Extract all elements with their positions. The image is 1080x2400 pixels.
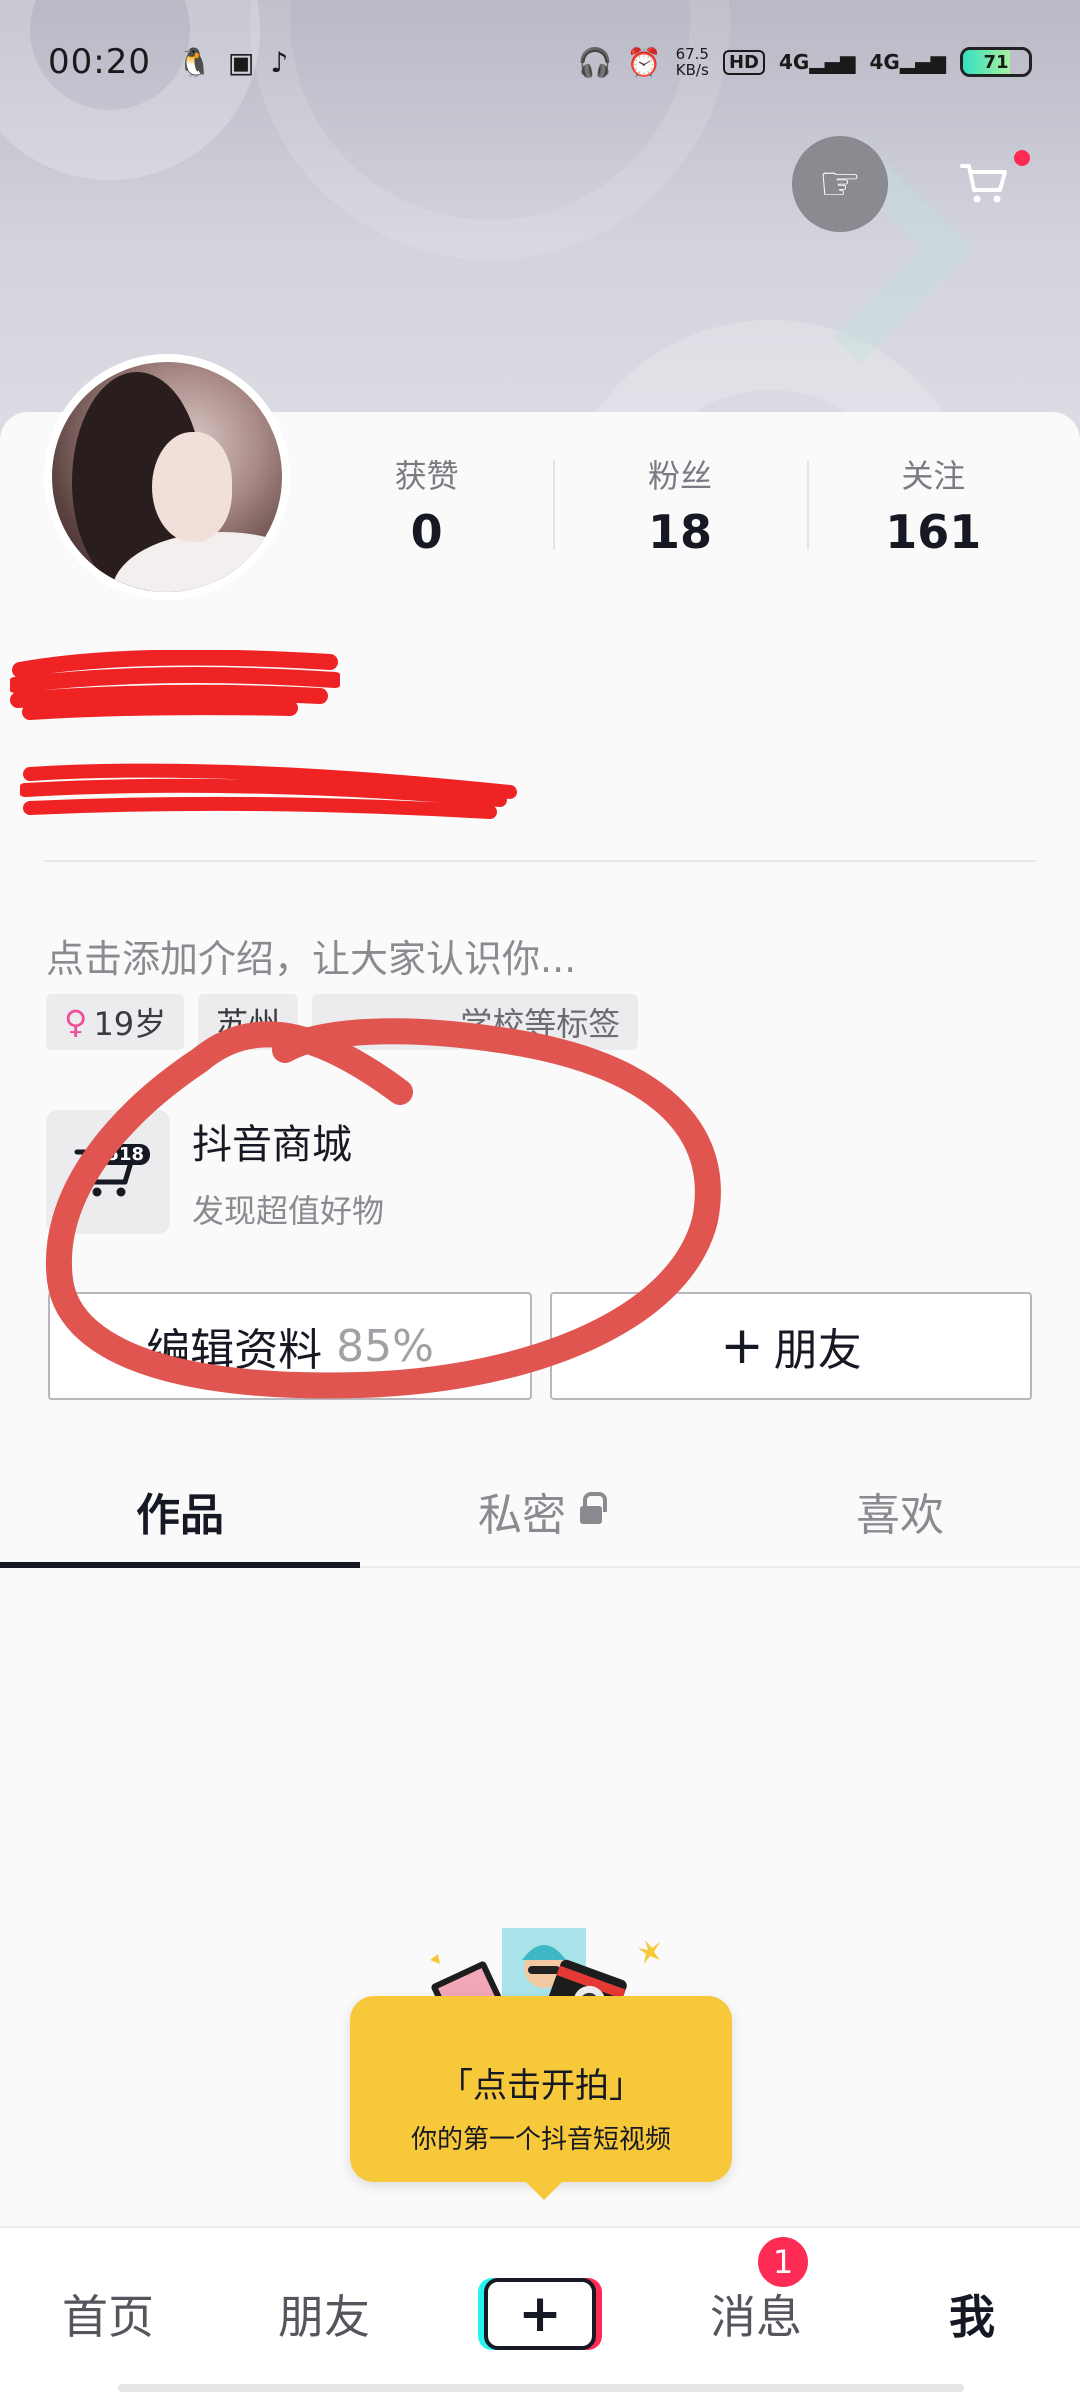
shoot-prompt-bubble[interactable]: 「点击开拍」 你的第一个抖音短视频 (350, 1996, 732, 2200)
stat-following[interactable]: 关注 161 (806, 440, 1060, 570)
shoot-prompt-title: 「点击开拍」 (439, 2066, 643, 2106)
pay-icon: ▣ (227, 45, 255, 79)
stat-label: 关注 (901, 457, 966, 495)
nav-messages[interactable]: 消息 1 (648, 2237, 864, 2347)
tag-city-label: 苏州 (216, 1005, 281, 1043)
tag-age[interactable]: ♀ 19岁 (46, 994, 185, 1050)
add-friend-button[interactable]: + 朋友 (550, 1292, 1032, 1400)
network-speed-value: 67.5 (675, 45, 709, 63)
edit-profile-button[interactable]: 编辑资料 85% (48, 1292, 532, 1400)
qq-icon: 🐧 (176, 45, 212, 79)
edit-profile-label: 编辑资料 (146, 1325, 323, 1376)
network-speed: 67.5 KB/s (676, 46, 709, 78)
battery-icon: 71 (960, 47, 1032, 77)
nav-add-container: + (432, 2278, 648, 2350)
avatar[interactable] (44, 354, 290, 600)
tab-works[interactable]: 作品 (0, 1456, 360, 1568)
status-time: 00:20 (48, 42, 151, 82)
tag-age-label: 19岁 (93, 1005, 167, 1043)
user-id-redacted (20, 763, 517, 819)
stat-label: 粉丝 (647, 457, 712, 495)
mall-title: 抖音商城 (192, 1122, 352, 1168)
shoot-prompt-subtitle: 你的第一个抖音短视频 (410, 2125, 671, 2155)
tab-private[interactable]: 私密 (360, 1456, 720, 1566)
tag-school[interactable]: 学校等标签 (312, 994, 639, 1050)
status-bar: 00:20 🐧 ▣ ♪ 🎧 ⏰ 67.5 KB/s HD 4G▂▄▆ 4G▂▄▆… (0, 0, 1080, 124)
profile-tags: ♀ 19岁 苏州 学校等标签 (46, 994, 639, 1050)
tag-school-label: 学校等标签 (460, 1005, 621, 1043)
mall-icon: 518 (46, 1110, 170, 1234)
signal-label: 4G (869, 50, 900, 74)
divider (44, 860, 1036, 862)
signal-icon: 4G▂▄▆ (779, 50, 856, 74)
tab-label: 作品 (136, 1490, 224, 1541)
alarm-icon: ⏰ (626, 45, 662, 79)
plus-icon: + (518, 2284, 562, 2344)
profile-stats: 获赞 0 粉丝 18 关注 161 (300, 440, 1060, 570)
headphone-icon: 🎧 (577, 45, 613, 79)
share-button[interactable]: ☞ (792, 136, 888, 232)
signal-label: 4G (779, 50, 810, 74)
network-speed-unit: KB/s (675, 61, 709, 79)
lock-icon (580, 1492, 607, 1524)
notification-icons: 🐧 ▣ ♪ (177, 46, 288, 79)
content-tabs: 作品 私密 喜欢 (0, 1456, 1080, 1568)
female-icon: ♀ (64, 1003, 88, 1041)
stat-followers[interactable]: 粉丝 18 (553, 440, 806, 570)
home-indicator (118, 2384, 964, 2392)
nav-me[interactable]: 我 (864, 2281, 1080, 2347)
message-badge: 1 (758, 2237, 808, 2287)
tag-city[interactable]: 苏州 (198, 994, 299, 1050)
add-friend-label: 朋友 (773, 1325, 862, 1376)
plus-icon: + (720, 1316, 764, 1376)
nav-friends[interactable]: 朋友 (216, 2281, 432, 2347)
nav-messages-label: 消息 (710, 2290, 802, 2344)
status-right-icons: 🎧 ⏰ 67.5 KB/s HD 4G▂▄▆ 4G▂▄▆ 71 (578, 46, 1032, 79)
stat-likes[interactable]: 获赞 0 (300, 440, 553, 570)
create-video-button[interactable]: + (484, 2278, 596, 2350)
battery-percent: 71 (983, 51, 1009, 73)
mall-subtitle: 发现超值好物 (192, 1192, 385, 1230)
hd-icon: HD (722, 49, 765, 75)
stat-label: 获赞 (394, 457, 459, 495)
tab-label: 私密 (478, 1490, 566, 1541)
stat-value: 0 (410, 505, 443, 559)
tab-label: 喜欢 (856, 1490, 944, 1541)
stat-value: 18 (647, 505, 712, 559)
mall-badge: 518 (100, 1144, 150, 1165)
signal-icon: 4G▂▄▆ (869, 50, 947, 74)
avatar-face (152, 432, 232, 542)
douyin-icon: ♪ (270, 45, 289, 79)
nav-home[interactable]: 首页 (0, 2281, 216, 2347)
username-redacted (10, 650, 340, 720)
bottom-nav: 首页 朋友 + 消息 1 我 (0, 2226, 1080, 2400)
pointing-hand-icon: ☞ (818, 156, 862, 212)
stat-value: 161 (885, 505, 982, 559)
shopping-cart-icon (960, 164, 1007, 203)
cart-notification-dot (1014, 150, 1030, 166)
bio-placeholder[interactable]: 点击添加介绍，让大家认识你... (46, 928, 576, 983)
tab-likes[interactable]: 喜欢 (720, 1456, 1080, 1566)
profile-completion: 85% (336, 1320, 434, 1372)
douyin-mall-entry[interactable]: 518 抖音商城 发现超值好物 (46, 1110, 384, 1234)
